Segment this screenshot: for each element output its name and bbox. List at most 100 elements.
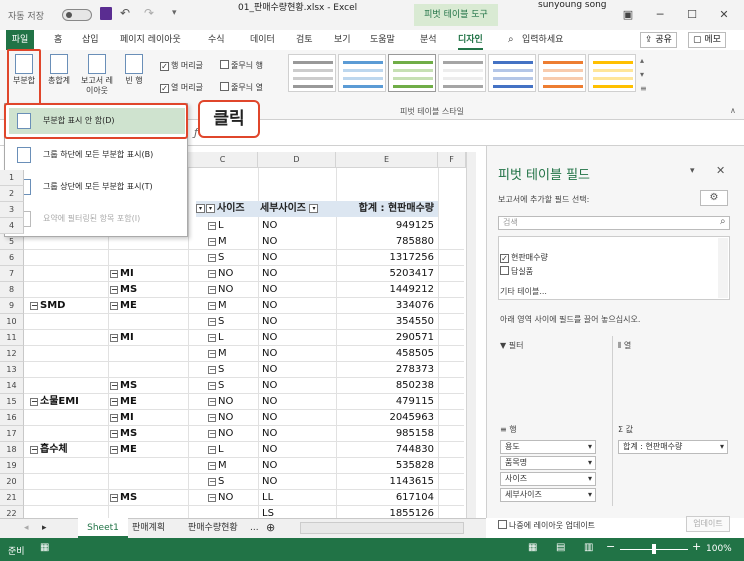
banded-cols-checkbox[interactable]: 줄무늬 열 [220, 82, 263, 93]
collapse-icon[interactable]: − [30, 446, 38, 454]
maximize-icon[interactable]: ☐ [678, 6, 706, 24]
filter-dropdown-icon[interactable]: ▾ [309, 204, 319, 213]
cell-d[interactable]: NO [262, 474, 277, 490]
redo-icon[interactable]: ↷ [144, 6, 154, 20]
row-number[interactable]: 20 [0, 474, 24, 490]
banded-rows-checkbox[interactable]: 줄무늬 행 [220, 60, 263, 71]
cell-d[interactable]: NO [262, 314, 277, 330]
cell-c[interactable]: − NO [208, 282, 233, 298]
sheet-prev-icon[interactable]: ◂ [24, 518, 29, 538]
collapse-icon[interactable]: − [208, 350, 216, 358]
cell-c[interactable]: − M [208, 234, 227, 250]
cell-c[interactable]: − NO [208, 490, 233, 506]
page-layout-view-icon[interactable]: ▤ [556, 542, 565, 553]
collapse-icon[interactable]: − [208, 430, 216, 438]
row-number[interactable]: 2 [0, 186, 24, 202]
horizontal-scrollbar[interactable] [300, 522, 464, 534]
collapse-icon[interactable]: − [208, 414, 216, 422]
row-number[interactable]: 8 [0, 282, 24, 298]
cell-c[interactable]: − NO [208, 426, 233, 442]
cell-d[interactable]: NO [262, 250, 277, 266]
pivot-header-size[interactable]: ▾ 사이즈 [206, 201, 260, 217]
cell-d4[interactable]: NO [262, 218, 277, 234]
style-swatch-7[interactable] [588, 54, 636, 92]
collapse-icon[interactable]: − [208, 382, 216, 390]
more-tables-link[interactable]: 기타 테이블... [500, 286, 547, 297]
pane-options-icon[interactable]: ▾ [690, 166, 695, 176]
memo-button[interactable]: ▢ 메모 [688, 32, 726, 48]
cell-e[interactable]: 1449212 [338, 282, 434, 298]
collapse-icon[interactable]: − [110, 286, 118, 294]
cell-c[interactable]: − S [208, 250, 224, 266]
zoom-in-icon[interactable]: + [692, 540, 701, 553]
gear-icon[interactable]: ⚙ [700, 190, 728, 206]
collapse-icon[interactable]: − [208, 270, 216, 278]
cell-d[interactable]: NO [262, 330, 277, 346]
autosave-toggle[interactable] [62, 9, 92, 21]
row-number[interactable]: 13 [0, 362, 24, 378]
cell-c[interactable]: − S [208, 378, 224, 394]
cell-e[interactable]: 785880 [338, 234, 434, 250]
row-headers-checkbox[interactable]: ✓ 행 머리글 [160, 60, 203, 71]
collapse-icon[interactable]: − [110, 414, 118, 422]
sheet-tab-plan[interactable]: 판매계획 [132, 518, 165, 538]
report-layout-button[interactable]: 보고서 레이아웃 [80, 54, 114, 96]
cell-c[interactable]: − S [208, 362, 224, 378]
row-field-2[interactable]: 품목명 ▾ [500, 456, 596, 470]
cell-e[interactable]: 290571 [338, 330, 434, 346]
collapse-icon[interactable]: − [110, 446, 118, 454]
row-number[interactable]: 15 [0, 394, 24, 410]
collapse-icon[interactable]: − [110, 398, 118, 406]
row-number[interactable]: 9 [0, 298, 24, 314]
zoom-level[interactable]: 100% [706, 544, 732, 554]
collapse-icon[interactable]: − [110, 302, 118, 310]
collapse-icon[interactable]: − [208, 334, 216, 342]
collapse-icon[interactable]: − [208, 318, 216, 326]
cell-c[interactable]: − S [208, 474, 224, 490]
collapse-icon[interactable]: − [208, 286, 216, 294]
tab-review[interactable]: 검토 [296, 30, 313, 50]
cell-a[interactable]: − SMD [30, 298, 65, 314]
qat-more-icon[interactable]: ▾ [172, 8, 177, 18]
row-number[interactable]: 21 [0, 490, 24, 506]
collapse-icon[interactable]: − [110, 334, 118, 342]
chevron-down-icon[interactable]: ▾ [588, 441, 592, 453]
style-swatch-2[interactable] [338, 54, 386, 92]
normal-view-icon[interactable]: ▦ [528, 542, 537, 553]
cell-e[interactable]: 535828 [338, 458, 434, 474]
row-number[interactable]: 10 [0, 314, 24, 330]
tab-home[interactable]: 홈 [54, 30, 62, 50]
cell-e[interactable]: 479115 [338, 394, 434, 410]
cell-e[interactable]: 458505 [338, 346, 434, 362]
cell-c[interactable]: − M [208, 298, 227, 314]
cell-e[interactable]: 278373 [338, 362, 434, 378]
cell-e[interactable]: 985158 [338, 426, 434, 442]
collapse-icon[interactable]: − [110, 494, 118, 502]
row-number[interactable]: 16 [0, 410, 24, 426]
cell-b[interactable]: − ME [110, 298, 137, 314]
row-number[interactable]: 3 [0, 202, 24, 218]
sheet-tab-sheet1[interactable]: Sheet1 [78, 518, 128, 538]
row-field-4[interactable]: 세부사이즈 ▾ [500, 488, 596, 502]
collapse-icon[interactable]: − [208, 254, 216, 262]
tab-analyze[interactable]: 분석 [420, 30, 437, 50]
save-icon[interactable] [100, 7, 112, 20]
cell-b[interactable]: − MS [110, 490, 137, 506]
cell-c[interactable]: − M [208, 346, 227, 362]
sheet-more[interactable]: ... [250, 518, 259, 538]
chevron-down-icon[interactable]: ▾ [588, 473, 592, 485]
cell-c[interactable]: − NO [208, 394, 233, 410]
col-header-d[interactable]: D [258, 152, 336, 168]
collapse-ribbon-icon[interactable]: ∧ [730, 106, 736, 115]
collapse-icon[interactable]: − [208, 398, 216, 406]
row-number[interactable]: 11 [0, 330, 24, 346]
share-button[interactable]: ⇪ 공유 [640, 32, 677, 48]
tell-me-input[interactable]: 입력하세요 [522, 30, 563, 50]
zoom-out-icon[interactable]: − [606, 540, 615, 553]
cell-c[interactable]: − M [208, 458, 227, 474]
cell-b[interactable]: − MS [110, 378, 137, 394]
cell-d[interactable]: NO [262, 426, 277, 442]
sheet-tab-status[interactable]: 판매수량현황 [188, 518, 238, 538]
cell-c[interactable]: − S [208, 314, 224, 330]
cell-d[interactable]: NO [262, 266, 277, 282]
